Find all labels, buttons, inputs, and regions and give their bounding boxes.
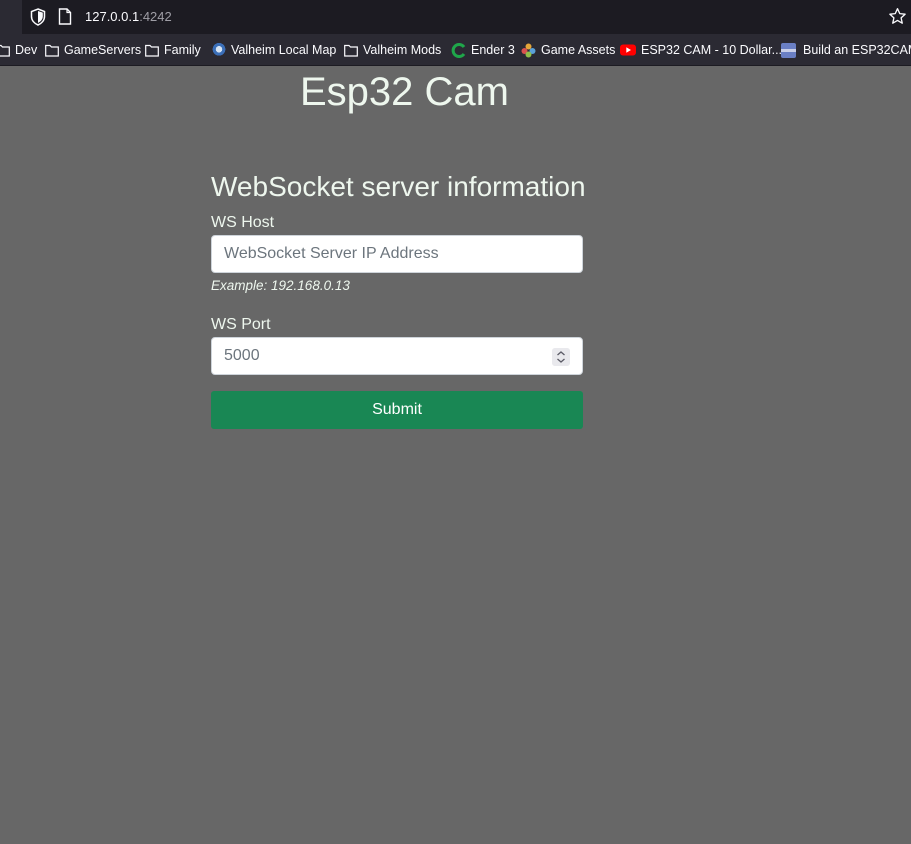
ws-host-label: WS Host xyxy=(211,214,275,231)
bookmarks-bar: Dev GameServers Family Valheim Local Map… xyxy=(0,34,911,66)
bookmark-gameservers[interactable]: GameServers xyxy=(45,42,141,58)
ws-host-input[interactable]: WebSocket Server IP Address xyxy=(211,235,583,273)
bookmark-build-esp32cam[interactable]: Build an ESP32CAM xyxy=(781,42,911,58)
tab-strip-edge xyxy=(0,0,22,34)
bookmark-label: Valheim Mods xyxy=(363,43,442,57)
shield-icon[interactable] xyxy=(30,8,46,26)
submit-button[interactable]: Submit xyxy=(211,391,583,429)
folder-icon xyxy=(344,44,358,57)
bookmark-label: Game Assets xyxy=(541,43,616,57)
bookmark-dev[interactable]: Dev xyxy=(0,42,37,58)
youtube-favicon xyxy=(620,44,636,56)
ws-host-hint: Example: 192.168.0.13 xyxy=(211,278,350,293)
bookmark-label: GameServers xyxy=(64,43,142,57)
url-text[interactable]: 127.0.0.1:4242 xyxy=(85,9,172,24)
bookmark-label: Build an ESP32CAM xyxy=(803,43,911,57)
bookmark-esp32-cam-video[interactable]: ESP32 CAM - 10 Dollar... xyxy=(620,42,782,58)
browser-url-bar: 127.0.0.1:4242 xyxy=(0,0,911,34)
ws-host-placeholder: WebSocket Server IP Address xyxy=(224,245,439,262)
ws-port-input[interactable]: 5000 xyxy=(211,337,583,375)
bookmark-label: ESP32 CAM - 10 Dollar... xyxy=(641,43,783,57)
valheim-favicon xyxy=(212,43,226,57)
number-spinner-icon[interactable] xyxy=(552,348,570,366)
folder-icon xyxy=(145,44,159,57)
folder-icon xyxy=(0,44,10,57)
bookmark-label: Dev xyxy=(15,43,38,57)
bookmark-game-assets[interactable]: Game Assets xyxy=(521,42,615,58)
bookmark-valheim-mods[interactable]: Valheim Mods xyxy=(344,42,441,58)
url-port: :4242 xyxy=(139,9,172,24)
bookmark-star-icon[interactable] xyxy=(888,7,907,26)
section-title: WebSocket server information xyxy=(211,171,586,202)
bookmark-ender-3[interactable]: Ender 3 xyxy=(451,42,515,58)
folder-icon xyxy=(45,44,59,57)
game-assets-favicon xyxy=(521,43,536,57)
bookmark-valheim-local-map[interactable]: Valheim Local Map xyxy=(212,42,336,58)
bookmark-family[interactable]: Family xyxy=(145,42,201,58)
bookmark-label: Family xyxy=(164,43,201,57)
site-favicon xyxy=(781,42,796,58)
ws-port-label: WS Port xyxy=(211,316,271,333)
page-icon xyxy=(58,8,72,25)
ws-port-value: 5000 xyxy=(224,347,260,364)
url-host: 127.0.0.1 xyxy=(85,9,140,24)
page-title: Esp32 Cam xyxy=(300,70,509,114)
bookmark-label: Ender 3 xyxy=(471,43,515,57)
creality-favicon xyxy=(451,42,466,58)
bookmark-label: Valheim Local Map xyxy=(231,43,337,57)
